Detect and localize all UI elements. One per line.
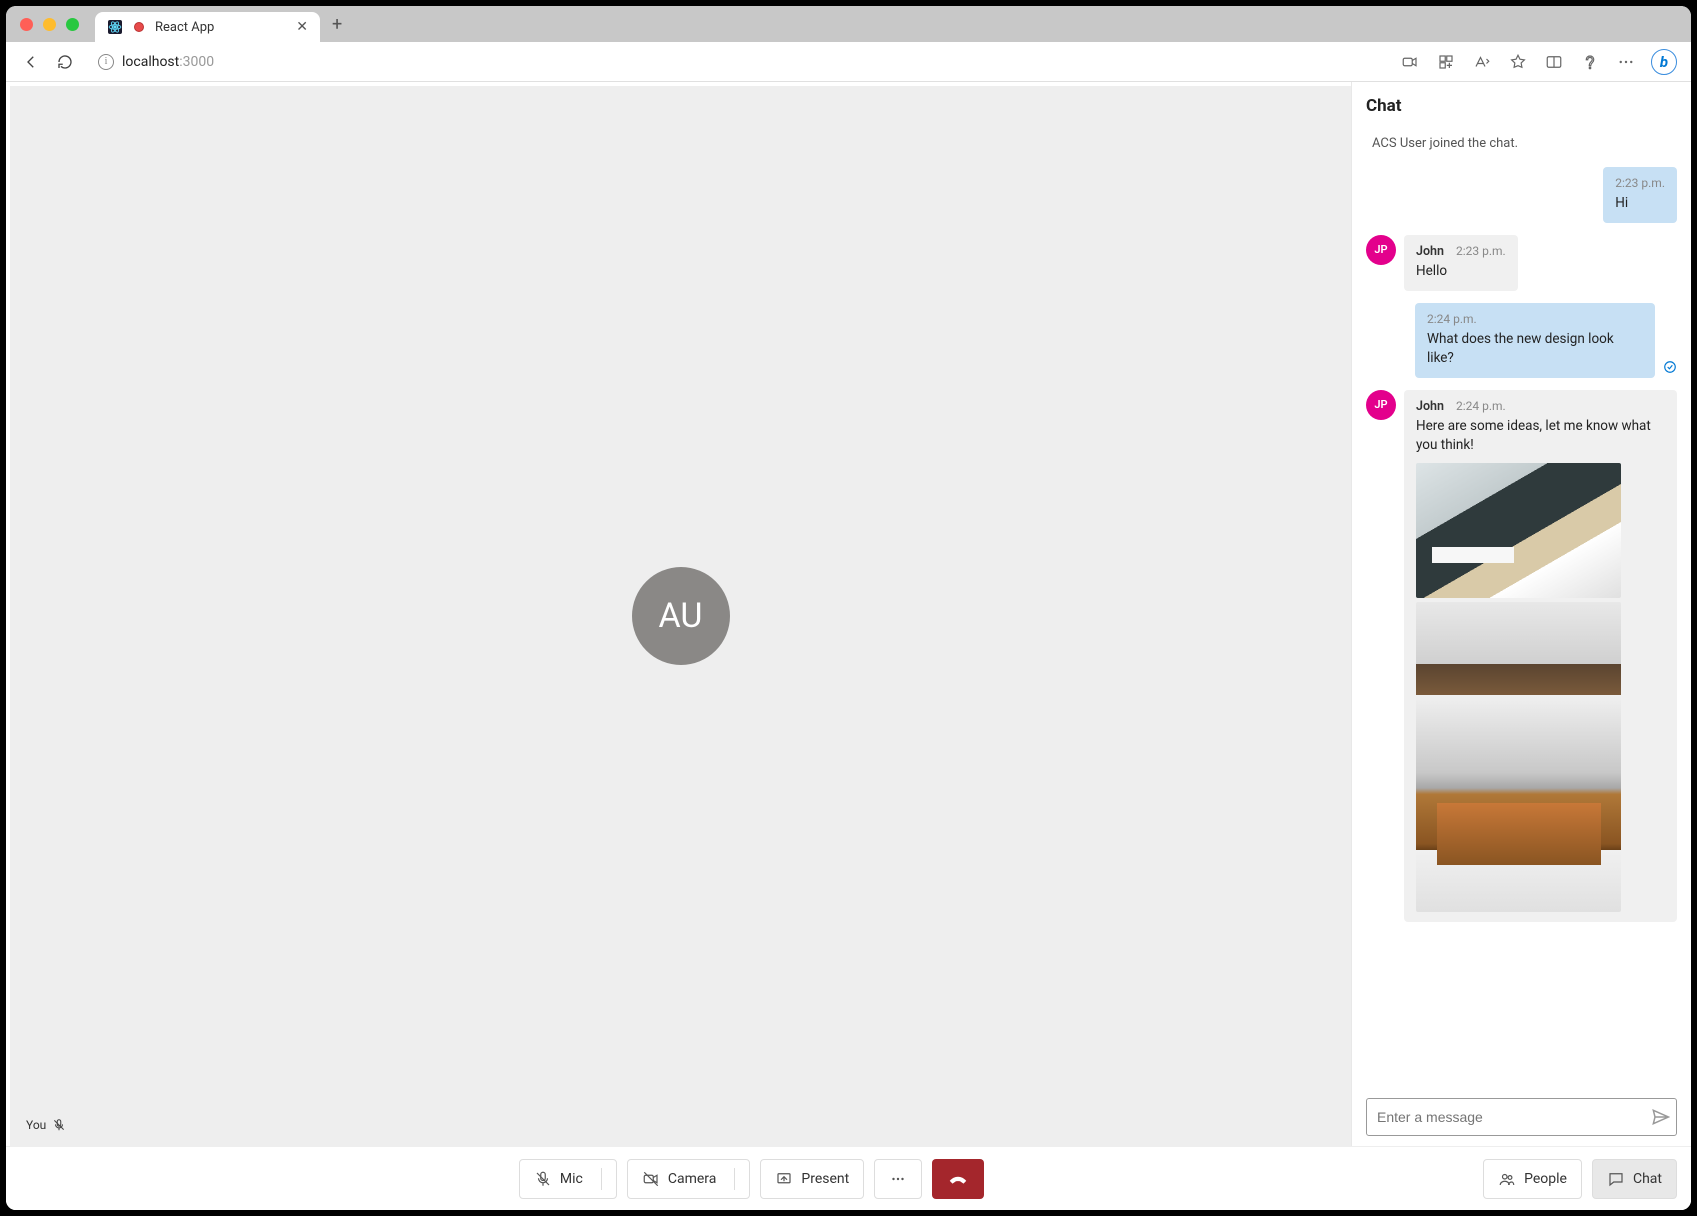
chat-messages[interactable]: ACS User joined the chat. 2:23 p.m. Hi J…	[1366, 132, 1677, 1088]
message-bubble-incoming: John 2:24 p.m. Here are some ideas, let …	[1404, 390, 1677, 922]
present-icon	[775, 1170, 793, 1188]
message-row: JP John 2:24 p.m. Here are some ideas, l…	[1366, 390, 1677, 922]
message-row: JP John 2:23 p.m. Hello	[1366, 235, 1677, 291]
mic-label: Mic	[560, 1171, 583, 1187]
message-text: Hello	[1416, 262, 1506, 281]
tab-close-button[interactable]: ✕	[296, 19, 308, 35]
site-info-icon[interactable]: i	[98, 54, 114, 70]
back-button[interactable]	[20, 51, 42, 73]
message-sender: John	[1416, 398, 1444, 416]
chat-title: Chat	[1366, 96, 1677, 116]
send-button[interactable]	[1650, 1107, 1670, 1127]
chat-icon	[1607, 1170, 1625, 1188]
mic-muted-icon	[52, 1118, 66, 1132]
camera-label: Camera	[668, 1171, 717, 1187]
url-input[interactable]: i localhost:3000	[88, 47, 1387, 77]
message-bubble-incoming: John 2:23 p.m. Hello	[1404, 235, 1518, 291]
bing-button[interactable]: b	[1651, 49, 1677, 75]
message-time: 2:24 p.m.	[1427, 311, 1477, 328]
message-time: 2:23 p.m.	[1456, 243, 1506, 261]
more-options-button[interactable]	[874, 1159, 922, 1199]
chat-panel: Chat ACS User joined the chat. 2:23 p.m.…	[1351, 82, 1691, 1146]
video-area: AU You	[10, 86, 1351, 1146]
browser-tab[interactable]: React App ✕	[95, 12, 320, 42]
more-icon[interactable]	[1615, 51, 1637, 73]
readaloud-icon[interactable]	[1471, 51, 1493, 73]
avatar-initials: AU	[659, 596, 703, 636]
self-label-text: You	[26, 1118, 46, 1132]
people-label: People	[1524, 1171, 1567, 1187]
message-time: 2:24 p.m.	[1456, 398, 1506, 416]
collections-icon[interactable]	[1579, 51, 1601, 73]
avatar-initials: JP	[1374, 398, 1387, 411]
more-icon	[889, 1170, 907, 1188]
avatar-initials: JP	[1374, 243, 1387, 256]
people-button[interactable]: People	[1483, 1159, 1582, 1199]
attachment-image[interactable]	[1416, 602, 1621, 912]
window-maximize[interactable]	[66, 18, 79, 31]
window-minimize[interactable]	[43, 18, 56, 31]
system-message: ACS User joined the chat.	[1366, 132, 1677, 155]
message-text: Here are some ideas, let me know what yo…	[1416, 417, 1665, 455]
chat-label: Chat	[1633, 1171, 1662, 1187]
mic-off-icon	[534, 1170, 552, 1188]
favorite-icon[interactable]	[1507, 51, 1529, 73]
present-button[interactable]: Present	[760, 1159, 864, 1199]
chat-input[interactable]	[1377, 1109, 1650, 1125]
browser-titlebar: React App ✕ +	[6, 6, 1691, 42]
mic-button[interactable]: Mic	[519, 1159, 617, 1199]
message-text: Hi	[1615, 194, 1665, 213]
videorecord-icon[interactable]	[1399, 51, 1421, 73]
window-close[interactable]	[20, 18, 33, 31]
people-icon	[1498, 1170, 1516, 1188]
present-label: Present	[801, 1171, 849, 1187]
camera-button[interactable]: Camera	[627, 1159, 751, 1199]
sender-avatar: JP	[1366, 390, 1396, 420]
sender-avatar: JP	[1366, 235, 1396, 265]
message-row: 2:23 p.m. Hi	[1366, 167, 1677, 223]
splitscreen-icon[interactable]	[1543, 51, 1565, 73]
record-indicator-icon	[131, 19, 147, 35]
hangup-icon	[947, 1168, 969, 1190]
new-tab-button[interactable]: +	[326, 14, 348, 35]
message-bubble-outgoing: 2:24 p.m. What does the new design look …	[1415, 303, 1655, 378]
hangup-button[interactable]	[932, 1159, 984, 1199]
read-receipt-icon	[1663, 360, 1677, 378]
chat-button[interactable]: Chat	[1592, 1159, 1677, 1199]
reload-button[interactable]	[54, 51, 76, 73]
url-port: :3000	[179, 54, 214, 70]
favicon-react-icon	[107, 19, 123, 35]
url-text: localhost:3000	[122, 54, 214, 70]
message-row: 2:24 p.m. What does the new design look …	[1366, 303, 1677, 378]
chat-input-row	[1366, 1098, 1677, 1136]
call-toolbar: Mic Camera Present	[6, 1146, 1691, 1210]
tab-title: React App	[155, 20, 288, 35]
self-participant-label: You	[26, 1118, 66, 1132]
url-host: localhost	[122, 54, 179, 70]
remote-participant-avatar: AU	[632, 567, 730, 665]
attachment-image[interactable]	[1416, 463, 1621, 598]
message-bubble-outgoing: 2:23 p.m. Hi	[1603, 167, 1677, 223]
message-sender: John	[1416, 243, 1444, 261]
addressbar: i localhost:3000 b	[6, 42, 1691, 82]
extensions-icon[interactable]	[1435, 51, 1457, 73]
camera-off-icon	[642, 1170, 660, 1188]
message-text: What does the new design look like?	[1427, 330, 1643, 368]
message-time: 2:23 p.m.	[1615, 175, 1665, 192]
